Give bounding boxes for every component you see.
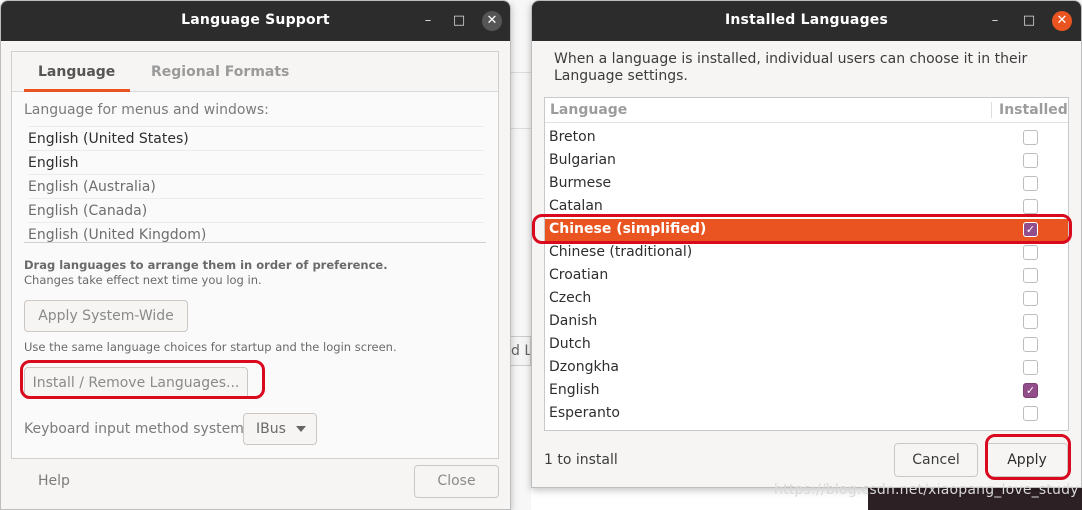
help-button[interactable]: Help [38, 473, 70, 489]
keyboard-input-value: IBus [256, 421, 286, 437]
drag-hint: Changes take effect next time you log in… [24, 273, 262, 287]
installed-checkbox[interactable] [1023, 337, 1038, 352]
table-row[interactable]: Esperanto [545, 403, 1068, 426]
table-row[interactable]: English ✓ [545, 380, 1068, 403]
drag-hint-bold: Drag languages to arrange them in order … [24, 258, 388, 272]
installed-checkbox[interactable] [1023, 268, 1038, 283]
column-header-language[interactable]: Language [550, 102, 627, 118]
titlebar: Language Support – □ ✕ [1, 1, 510, 41]
language-name: Croatian [549, 267, 609, 283]
chevron-down-icon [296, 426, 306, 432]
installed-checkbox[interactable] [1023, 406, 1038, 421]
tab-bar: Language Regional Formats [12, 52, 498, 92]
installed-checkbox[interactable] [1023, 153, 1038, 168]
language-name: Catalan [549, 198, 603, 214]
table-header: Language Installed [545, 98, 1068, 123]
list-item[interactable]: English [28, 150, 484, 174]
table-row[interactable]: Burmese [545, 173, 1068, 196]
table-row[interactable]: Chinese (traditional) [545, 242, 1068, 265]
languages-table: Language Installed Breton Bulgarian Burmes… [544, 97, 1069, 431]
column-header-installed[interactable]: Installed [999, 102, 1068, 118]
installed-checkbox[interactable] [1023, 360, 1038, 375]
list-divider [24, 242, 486, 243]
language-name: Czech [549, 290, 592, 306]
table-row[interactable]: Dutch [545, 334, 1068, 357]
maximize-icon[interactable]: □ [1019, 11, 1039, 31]
annotation-highlight [532, 214, 1072, 244]
language-name: Bulgarian [549, 152, 616, 168]
minimize-icon[interactable]: – [985, 11, 1005, 31]
maximize-icon[interactable]: □ [449, 11, 469, 31]
same-choices-hint: Use the same language choices for startu… [24, 340, 397, 354]
installed-checkbox[interactable]: ✓ [1023, 383, 1038, 398]
list-item[interactable]: English (Canada) [28, 198, 484, 222]
column-divider [991, 102, 992, 118]
status-text: 1 to install [544, 452, 618, 468]
list-item[interactable]: English (United States) [28, 126, 484, 150]
table-row[interactable]: Czech [545, 288, 1068, 311]
tab-regional-formats[interactable]: Regional Formats [151, 64, 289, 80]
language-support-window: Language Support – □ ✕ Language Regional… [0, 0, 511, 510]
language-name: Dutch [549, 336, 591, 352]
installed-checkbox[interactable] [1023, 291, 1038, 306]
titlebar: Installed Languages – □ ✕ [532, 1, 1081, 41]
active-tab-indicator [24, 89, 130, 92]
table-row[interactable]: Bulgarian [545, 150, 1068, 173]
language-name: Chinese (traditional) [549, 244, 693, 260]
apply-system-wide-button[interactable]: Apply System-Wide [24, 300, 188, 332]
installed-checkbox[interactable] [1023, 245, 1038, 260]
table-row[interactable]: Croatian [545, 265, 1068, 288]
table-row[interactable]: Breton [545, 127, 1068, 150]
menus-label: Language for menus and windows: [24, 102, 269, 118]
language-name: Burmese [549, 175, 612, 191]
installed-checkbox[interactable] [1023, 130, 1038, 145]
watermark: https://blog.csdn.net/xiaopang_love_stud… [774, 482, 1079, 498]
table-row[interactable]: Danish [545, 311, 1068, 334]
table-row[interactable]: Dzongkha [545, 357, 1068, 380]
keyboard-input-select[interactable]: IBus [243, 413, 317, 445]
installed-checkbox[interactable] [1023, 314, 1038, 329]
installed-checkbox[interactable] [1023, 176, 1038, 191]
annotation-highlight [20, 360, 265, 399]
close-icon[interactable]: ✕ [482, 11, 502, 31]
language-name: English [549, 382, 600, 398]
language-name: Esperanto [549, 405, 620, 421]
language-name: Danish [549, 313, 598, 329]
tab-language[interactable]: Language [38, 64, 115, 80]
close-button[interactable]: Close [414, 465, 499, 498]
installed-languages-window: Installed Languages – □ ✕ When a languag… [531, 0, 1082, 488]
background-window: d La [511, 0, 531, 510]
description: When a language is installed, individual… [554, 51, 1028, 84]
close-icon[interactable]: ✕ [1052, 11, 1072, 31]
installed-checkbox[interactable] [1023, 199, 1038, 214]
minimize-icon[interactable]: – [418, 11, 438, 31]
language-name: Breton [549, 129, 596, 145]
annotation-highlight [985, 434, 1071, 480]
background-window-fragment: d La [511, 336, 531, 366]
keyboard-input-label: Keyboard input method system: [24, 421, 249, 437]
cancel-button[interactable]: Cancel [894, 443, 978, 477]
language-name: Dzongkha [549, 359, 620, 375]
list-item[interactable]: English (Australia) [28, 174, 484, 198]
